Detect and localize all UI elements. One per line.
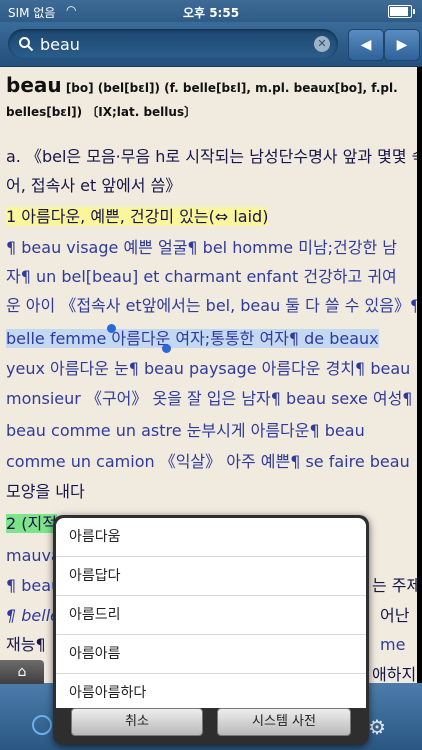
example-line: beau comme un astre 눈부시게 아름다운¶ beau xyxy=(6,421,365,440)
search-icon xyxy=(19,37,34,52)
home-icon[interactable]: ⌂ xyxy=(0,660,44,684)
sense-1-heading: 1 아름다운, 예쁜, 건강미 있는(⇔ laid) xyxy=(6,207,269,226)
sense-1-line: 1 아름다운, 예쁜, 건강미 있는(⇔ laid) xyxy=(6,202,412,231)
clear-icon[interactable]: ✕ xyxy=(314,36,330,52)
fragment-right: 어난 xyxy=(380,606,410,625)
example-line: 자¶ un bel[beau] et charmant enfant 건강하고 … xyxy=(6,267,397,286)
suggestion-item[interactable]: 아름아름하다 xyxy=(56,674,366,708)
search-query[interactable]: beau xyxy=(40,35,80,54)
example-line: ¶ beau visage 예쁜 얼굴¶ bel homme 미남;건강한 남 xyxy=(6,238,398,257)
fragment-right: 애하지 xyxy=(372,665,417,683)
system-dictionary-button[interactable]: 시스템 사전 xyxy=(217,708,351,736)
search-input[interactable]: beau ✕ xyxy=(8,29,338,59)
next-button[interactable]: ▶ xyxy=(384,29,420,61)
sense-2-heading: 2 (지적 xyxy=(6,514,57,533)
selected-text[interactable]: belle femme 아름다운 여자;통통한 여자¶ de beaux xyxy=(6,329,379,348)
example-line-selection: belle femme 아름다운 여자;통통한 여자¶ de beaux xyxy=(6,324,412,353)
battery-icon xyxy=(388,5,415,18)
suggestion-item[interactable]: 아름드리 xyxy=(56,596,366,635)
cancel-button[interactable]: 취소 xyxy=(71,708,203,736)
suggestion-item[interactable]: 아름다움 xyxy=(56,518,366,557)
entry-header: beau [bo] (bel[bɛl]) (f. belle[bɛl], m.p… xyxy=(6,73,410,124)
example-line: 모양을 내다 xyxy=(6,482,85,501)
suggestion-list: 아름다움 아름답다 아름드리 아름아름 아름아름하다 xyxy=(56,518,366,708)
clock: 오후 5:55 xyxy=(182,6,240,20)
selection-end-handle[interactable] xyxy=(162,344,171,353)
example-line: 운 아이 《접속사 et앞에서는 bel, beau 둘 다 쓸 수 있음》¶ xyxy=(6,296,417,315)
definition-line: a. 《bel은 모음·무음 h로 시작되는 남성단수명사 앞과 몇몇 숙 xyxy=(6,147,417,166)
example-line: comme un camion 《익살》 아주 예쁜¶ se faire bea… xyxy=(6,452,410,471)
example-line: monsieur 《구어》 옷을 잘 입은 남자¶ beau sexe 여성¶ xyxy=(6,389,413,408)
suggestion-item[interactable]: 아름답다 xyxy=(56,557,366,596)
selection-start-handle[interactable] xyxy=(107,324,116,333)
globe-icon[interactable] xyxy=(32,715,52,735)
definition-line: 어, 접속사 et 앞에서 씀》 xyxy=(6,176,182,195)
suggestion-item[interactable]: 아름아름 xyxy=(56,635,366,674)
fragment-right: 는 주제 xyxy=(372,576,417,595)
example-line: yeux 아름다운 눈¶ beau paysage 아름다운 경치¶ beau xyxy=(6,359,411,378)
suggestion-popup: 아름다움 아름답다 아름드리 아름아름 아름아름하다 취소 시스템 사전 xyxy=(53,515,369,745)
status-bar: SIM 없음 ◠ 오후 5:55 xyxy=(0,0,422,22)
gear-icon[interactable]: ⚙ xyxy=(368,715,386,739)
phonetics: [bo] (bel[bɛl]) (f. belle[bɛl], m.pl. be… xyxy=(6,81,398,119)
headword: beau xyxy=(6,73,62,97)
fragment-right: me xyxy=(380,635,406,654)
search-bar: beau ✕ ◀ ▶ xyxy=(0,22,422,67)
prev-button[interactable]: ◀ xyxy=(348,29,384,61)
